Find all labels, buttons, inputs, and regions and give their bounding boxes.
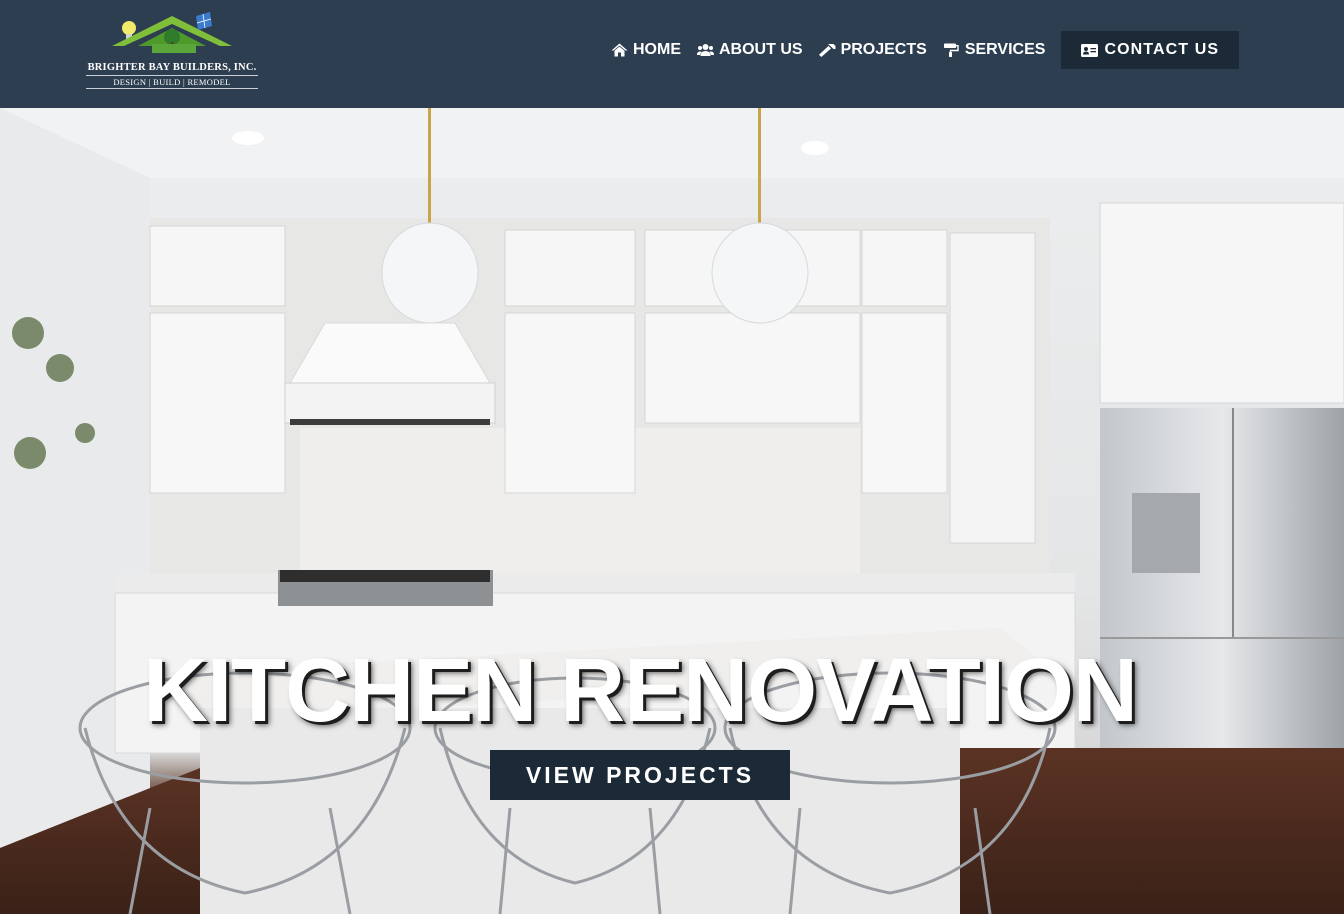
nav-item-home[interactable]: HOME bbox=[603, 31, 689, 69]
nav-item-label: ABOUT US bbox=[719, 41, 803, 58]
main-nav: HOME ABOUT US PROJECTS SERVICES CONTACT … bbox=[603, 31, 1240, 69]
paint-roller-icon bbox=[943, 43, 959, 57]
nav-item-about-us[interactable]: ABOUT US bbox=[689, 31, 811, 69]
brand-logo[interactable]: BRIGHTER BAY BUILDERS, INC. DESIGN | BUI… bbox=[82, 10, 264, 92]
contact-us-button[interactable]: CONTACT US bbox=[1061, 31, 1240, 69]
nav-item-projects[interactable]: PROJECTS bbox=[811, 31, 935, 69]
view-projects-button[interactable]: VIEW PROJECTS bbox=[490, 750, 790, 800]
contact-us-label: CONTACT US bbox=[1104, 41, 1220, 58]
hammer-icon bbox=[818, 44, 836, 57]
hero-title: KITCHEN RENOVATION bbox=[143, 641, 1138, 741]
hero-section: KITCHEN RENOVATION VIEW PROJECTS bbox=[0, 108, 1344, 914]
site-header: BRIGHTER BAY BUILDERS, INC. DESIGN | BUI… bbox=[0, 0, 1344, 108]
nav-item-services[interactable]: SERVICES bbox=[935, 31, 1054, 69]
home-icon bbox=[611, 43, 628, 57]
logo-company-name: BRIGHTER BAY BUILDERS, INC. bbox=[87, 62, 257, 73]
logo-divider bbox=[86, 75, 258, 76]
nav-item-label: PROJECTS bbox=[840, 41, 927, 58]
contact-card-icon bbox=[1081, 43, 1099, 57]
nav-item-label: HOME bbox=[633, 41, 681, 58]
users-icon bbox=[697, 44, 714, 56]
house-logo-icon bbox=[112, 12, 232, 53]
logo-tagline: DESIGN | BUILD | REMODEL bbox=[113, 77, 231, 87]
logo-divider-bottom bbox=[86, 88, 258, 89]
nav-item-label: SERVICES bbox=[964, 41, 1046, 58]
